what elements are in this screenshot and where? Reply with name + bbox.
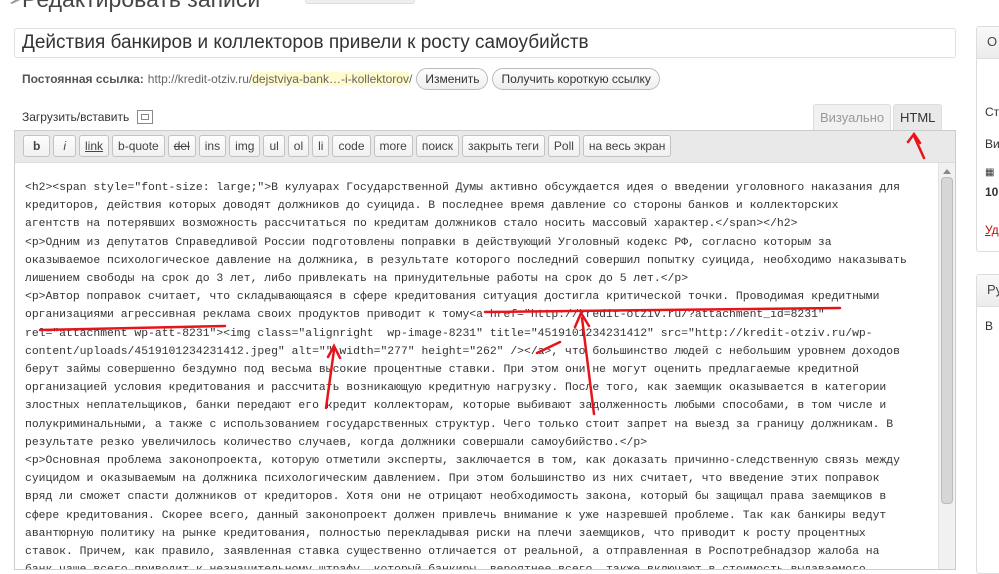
tab-visual[interactable]: Визуально [813,104,892,131]
editor-line: ставок. Причем, как правило, заявленная … [25,546,880,559]
qt-del-button[interactable]: del [167,135,196,157]
editor-line: суицидом и оказываемым на должника психо… [25,473,880,486]
qt-b-button[interactable]: b [23,135,51,157]
qt-fullscreen-button[interactable]: на весь экран [582,135,672,157]
editor-line: сфере кредитования. Скорее всего, данный… [25,509,887,522]
editor-line: лишением свободы на срок до 3 лет, либо … [25,273,689,286]
edit-permalink-button[interactable]: Изменить [416,68,489,90]
editor-line: <p>Основная проблема законопроекта, кото… [25,455,900,468]
editor-line: злостных неплательщиков, банки передают … [25,400,887,413]
scroll-up-icon[interactable] [943,169,951,174]
editor-line: <h2><span style="font-size: large;">В ку… [25,182,900,194]
permalink-url-base: http://kredit-otziv.ru/ [147,72,253,86]
publish-date: 10 [985,185,999,199]
editor-textarea[interactable]: <h2><span style="font-size: large;">В ку… [15,163,939,569]
post-title-input[interactable] [14,28,956,58]
upload-insert: Загрузить/вставить [22,110,154,124]
editor-line: авантюрную политику на рынке кредитовани… [25,527,866,540]
html-editor: b i link b-quote del ins img ul ol li co… [14,130,956,570]
publish-box: О Ст Ви ▦ 10 Уд [976,26,999,252]
category-box: Ру В [976,274,999,574]
editor-line: оказываемое психологическое давление на … [25,254,907,267]
tab-html[interactable]: HTML [893,104,943,131]
permalink-row: Постоянная ссылка: http://kredit-otziv.r… [22,68,660,90]
qt-search-button[interactable]: поиск [415,135,459,157]
permalink-slug[interactable]: dejstviya-bank…-i-kollektorov [252,72,409,86]
category-tab[interactable]: В [985,319,993,333]
quicktags-toolbar: b i link b-quote del ins img ul ol li co… [15,131,955,163]
publish-box-header[interactable]: О [977,27,999,59]
get-shortlink-button[interactable]: Получить короткую ссылку [492,68,660,90]
scroll-thumb[interactable] [941,177,953,504]
heading-badge [305,0,415,4]
qt-ol-button[interactable]: ol [287,135,310,157]
permalink-label: Постоянная ссылка: [22,72,144,86]
qt-img-button[interactable]: img [229,135,261,157]
qt-b-quote-button[interactable]: b-quote [112,135,165,157]
permalink-url-end: / [408,72,413,86]
editor-line: <p>Одним из депутатов Справедливой Росси… [25,236,832,249]
editor-line: вряд ли сможет спасти должников от креди… [25,491,887,504]
editor-line: банк чаще всего приводит к незначительно… [25,561,929,569]
qt-poll-button[interactable]: Poll [547,135,580,157]
qt-ins-button[interactable]: ins [198,135,227,157]
editor-line: <p>Автор поправок считает, что складываю… [25,291,880,304]
editor-line: организацией условия кредитования и расс… [25,382,887,395]
page-heading: Редактировать записи [22,0,260,13]
editor-line: кредиторов, действия которых доводят дол… [25,200,839,213]
publish-status: Ст [985,105,999,119]
qt-i-button[interactable]: i [53,135,77,157]
qt-close-tags-button[interactable]: закрыть теги [461,135,545,157]
permalink-url[interactable]: http://kredit-otziv.ru/dejstviya-bank…-i… [147,72,413,86]
trash-link[interactable]: Уд [985,223,999,237]
editor-scrollbar[interactable] [938,163,955,569]
media-icon[interactable] [137,110,154,124]
editor-line: агентств на потерявших возможность рассч… [25,218,798,231]
publish-visibility: Ви [985,137,999,151]
upload-insert-label: Загрузить/вставить [22,110,130,124]
qt-more-button[interactable]: more [373,135,413,157]
editor-line: организациями агрессивная реклама своих … [25,309,825,322]
qt-ul-button[interactable]: ul [263,135,285,157]
qt-li-button[interactable]: li [312,135,330,157]
editor-line: rel="attachment wp-att-8231"><img class=… [25,327,873,340]
calendar-icon: ▦ [985,167,995,178]
editor-line: берут займы совершенно бездумно под весь… [25,364,859,377]
category-box-header[interactable]: Ру [977,275,999,307]
editor-line: content/uploads/4519101234231412.jpeg" a… [25,345,900,358]
editor-line: результате резко увеличилось количество … [25,436,648,449]
qt-link-button[interactable]: link [79,135,110,157]
qt-code-button[interactable]: code [332,135,371,157]
editor-line: полукриминальными, а также с использован… [25,418,894,431]
